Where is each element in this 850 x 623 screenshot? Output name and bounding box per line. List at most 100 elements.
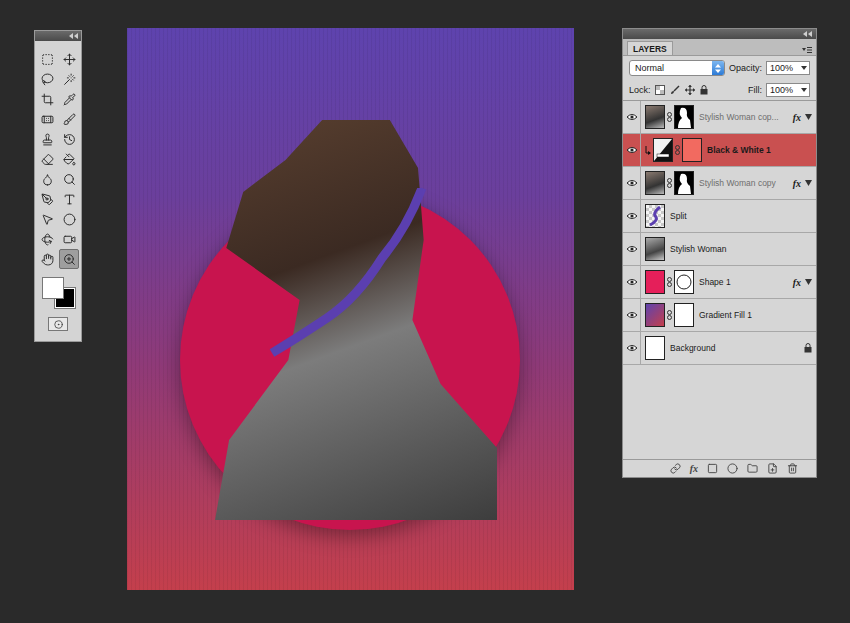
visibility-toggle[interactable] bbox=[623, 167, 641, 199]
lock-transparent-icon[interactable] bbox=[655, 85, 665, 95]
layer-name[interactable]: Stylish Woman cop... bbox=[694, 112, 793, 122]
tool-button[interactable] bbox=[37, 169, 57, 189]
eye-icon[interactable] bbox=[626, 146, 638, 154]
layers-tab[interactable]: LAYERS bbox=[627, 41, 673, 55]
add-style-button[interactable]: fx bbox=[690, 463, 698, 474]
effects-badge[interactable]: fx bbox=[793, 112, 803, 123]
layer-name[interactable]: Split bbox=[665, 211, 794, 221]
group-folder-icon[interactable] bbox=[747, 463, 758, 474]
lock-move-icon[interactable] bbox=[685, 85, 695, 95]
layer-name[interactable]: Background bbox=[665, 343, 794, 353]
layer-name[interactable]: Shape 1 bbox=[694, 277, 793, 287]
tool-button[interactable] bbox=[37, 129, 57, 149]
expand-triangle-icon[interactable] bbox=[805, 114, 812, 120]
layer-name[interactable]: Stylish Woman copy bbox=[694, 178, 793, 188]
blend-mode-stepper[interactable] bbox=[712, 61, 724, 75]
opacity-field[interactable]: 100% bbox=[766, 61, 810, 75]
effects-badge[interactable]: fx bbox=[793, 178, 803, 189]
effects-badge[interactable]: fx bbox=[793, 277, 803, 288]
quick-mask-button[interactable] bbox=[48, 317, 68, 331]
layer-thumbnail[interactable] bbox=[645, 336, 665, 360]
eye-icon[interactable] bbox=[626, 179, 638, 187]
tool-button[interactable] bbox=[59, 189, 79, 209]
layer-thumbnail[interactable] bbox=[645, 237, 665, 261]
layer-row[interactable]: Stylish Woman copyfx bbox=[623, 167, 816, 200]
chain-icon[interactable] bbox=[667, 310, 672, 320]
visibility-toggle[interactable] bbox=[623, 233, 641, 265]
mask-thumbnail[interactable] bbox=[674, 105, 694, 129]
tool-button[interactable] bbox=[59, 109, 79, 129]
layer-row[interactable]: Background bbox=[623, 332, 816, 365]
lock-paint-icon[interactable] bbox=[670, 85, 680, 95]
tool-button[interactable] bbox=[37, 109, 57, 129]
adjustment-layer-icon[interactable] bbox=[727, 463, 738, 474]
visibility-toggle[interactable] bbox=[623, 299, 641, 331]
visibility-toggle[interactable] bbox=[623, 332, 641, 364]
layer-thumbnail[interactable] bbox=[645, 171, 665, 195]
fill-field[interactable]: 100% bbox=[766, 83, 810, 97]
layer-row[interactable]: Split bbox=[623, 200, 816, 233]
layer-thumbnail[interactable] bbox=[645, 303, 665, 327]
tool-button[interactable] bbox=[59, 229, 79, 249]
expand-triangle-icon[interactable] bbox=[805, 279, 812, 285]
chain-icon[interactable] bbox=[675, 145, 680, 155]
panel-menu-button[interactable] bbox=[802, 47, 812, 55]
foreground-color-swatch[interactable] bbox=[42, 277, 64, 299]
mask-thumbnail[interactable] bbox=[682, 138, 702, 162]
layer-row[interactable]: Shape 1fx bbox=[623, 266, 816, 299]
eye-icon[interactable] bbox=[626, 113, 638, 121]
tool-button[interactable] bbox=[37, 49, 57, 69]
layer-thumbnail[interactable] bbox=[645, 270, 665, 294]
mask-thumbnail[interactable] bbox=[674, 270, 694, 294]
visibility-toggle[interactable] bbox=[623, 200, 641, 232]
tool-button[interactable] bbox=[59, 149, 79, 169]
layer-thumbnail[interactable] bbox=[645, 105, 665, 129]
eye-icon[interactable] bbox=[626, 245, 638, 253]
eye-icon[interactable] bbox=[626, 344, 638, 352]
tool-button[interactable] bbox=[37, 89, 57, 109]
tool-button[interactable] bbox=[59, 129, 79, 149]
panel-menu-icon[interactable] bbox=[802, 47, 812, 53]
layer-row[interactable]: Stylish Woman bbox=[623, 233, 816, 266]
layer-name[interactable]: Black & White 1 bbox=[702, 145, 794, 155]
tool-button[interactable] bbox=[37, 249, 57, 269]
eye-icon[interactable] bbox=[626, 278, 638, 286]
chain-icon[interactable] bbox=[667, 178, 672, 188]
layer-name[interactable]: Gradient Fill 1 bbox=[694, 310, 794, 320]
tool-button[interactable] bbox=[37, 209, 57, 229]
eye-icon[interactable] bbox=[626, 212, 638, 220]
add-mask-icon[interactable] bbox=[707, 463, 718, 474]
eye-icon[interactable] bbox=[626, 311, 638, 319]
collapse-icon[interactable] bbox=[69, 33, 78, 39]
visibility-toggle[interactable] bbox=[623, 134, 641, 166]
blend-mode-select[interactable]: Normal bbox=[629, 60, 725, 76]
expand-triangle-icon[interactable] bbox=[805, 180, 812, 186]
layer-name[interactable]: Stylish Woman bbox=[665, 244, 794, 254]
tool-button[interactable] bbox=[59, 49, 79, 69]
link-layers-icon[interactable] bbox=[670, 463, 681, 474]
new-layer-icon[interactable] bbox=[767, 463, 778, 474]
tool-button[interactable] bbox=[59, 169, 79, 189]
dropdown-arrow-icon[interactable] bbox=[801, 88, 807, 92]
stepper-icon[interactable] bbox=[715, 64, 721, 73]
tool-button[interactable] bbox=[59, 209, 79, 229]
tool-button[interactable] bbox=[37, 149, 57, 169]
panel-top-bar[interactable] bbox=[623, 29, 816, 39]
chain-icon[interactable] bbox=[667, 277, 672, 287]
palette-header[interactable] bbox=[35, 31, 81, 41]
collapse-icon[interactable] bbox=[803, 31, 812, 37]
mask-thumbnail[interactable] bbox=[674, 303, 694, 327]
dropdown-arrow-icon[interactable] bbox=[801, 66, 807, 70]
tool-button[interactable] bbox=[37, 189, 57, 209]
layer-row[interactable]: Stylish Woman cop...fx bbox=[623, 101, 816, 134]
layer-row[interactable]: Black & White 1 bbox=[623, 134, 816, 167]
document-canvas[interactable] bbox=[127, 28, 574, 590]
tool-button[interactable] bbox=[59, 249, 79, 269]
trash-icon[interactable] bbox=[787, 463, 798, 474]
chain-icon[interactable] bbox=[667, 112, 672, 122]
tool-button[interactable] bbox=[37, 229, 57, 249]
layer-row[interactable]: Gradient Fill 1 bbox=[623, 299, 816, 332]
visibility-toggle[interactable] bbox=[623, 101, 641, 133]
tool-button[interactable] bbox=[59, 69, 79, 89]
visibility-toggle[interactable] bbox=[623, 266, 641, 298]
